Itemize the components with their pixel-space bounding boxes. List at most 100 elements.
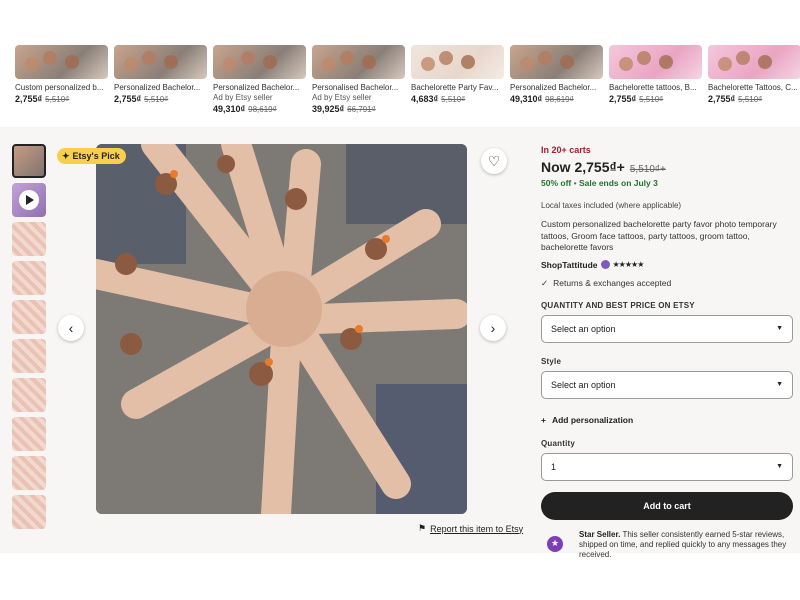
image-thumbnail[interactable] — [12, 261, 46, 295]
related-item-ad-label: Ad by Etsy seller — [312, 93, 372, 102]
shop-row: ShopTattitude ★★★★★ — [541, 260, 793, 270]
related-item-old-price: 98,619₫ — [545, 95, 574, 104]
related-item-old-price: 5,510₫ — [144, 95, 169, 104]
rating-stars[interactable]: ★★★★★ — [613, 260, 645, 269]
related-item-price: 49,310₫ — [213, 104, 246, 114]
image-thumbnail[interactable] — [12, 144, 46, 178]
image-thumbnail[interactable] — [12, 378, 46, 412]
related-item-card[interactable]: Bachelorette Party Fav... 4,683₫ 5,510₫ — [411, 45, 504, 121]
star-seller-title: Star Seller. — [579, 529, 621, 539]
image-thumbnail[interactable] — [12, 456, 46, 490]
related-item-price: 2,755₫ — [114, 94, 142, 104]
chevron-left-icon: ‹ — [68, 320, 74, 336]
style-select-value: Select an option — [551, 379, 616, 390]
related-item-price: 49,310₫ — [510, 94, 543, 104]
add-to-cart-button[interactable]: Add to cart — [541, 491, 793, 520]
related-item-price-row: 2,755₫ 5,510₫ — [609, 94, 702, 104]
listing-title: Custom personalized bachelorette party f… — [541, 219, 777, 252]
image-thumbnail[interactable] — [12, 222, 46, 256]
related-item-price: 2,755₫ — [708, 94, 736, 104]
add-personalization-label: Add personalization — [551, 414, 634, 425]
related-item-price-row: 49,310₫ 98,619₫ — [213, 104, 306, 114]
caret-down-icon: ▼ — [776, 381, 783, 388]
related-item-card[interactable]: Bachelorette Tattoos, C... 2,755₫ 5,510₫ — [708, 45, 800, 121]
thumbnail-column — [12, 144, 46, 534]
related-item-title: Bachelorette Party Fav... — [411, 83, 499, 92]
image-thumbnail[interactable] — [12, 495, 46, 529]
related-item-ad-label: Ad by Etsy seller — [213, 93, 273, 102]
star-seller-icon: ★ — [547, 535, 563, 552]
listing-main: ✦ Etsy's Pick ‹ › ♡ ⚑ Report this item t… — [0, 127, 800, 559]
price-row: Now 2,755₫+ 5,510₫+ — [541, 159, 793, 175]
related-item-image — [312, 45, 405, 79]
quantity-value: 1 — [551, 461, 557, 472]
related-item-card[interactable]: Bachelorette tattoos, B... 2,755₫ 5,510₫ — [609, 45, 702, 121]
related-item-old-price: 5,510₫ — [45, 95, 70, 104]
style-label: Style — [541, 356, 562, 366]
star-seller-box: ★ Star Seller. This seller consistently … — [541, 530, 793, 560]
related-item-image — [213, 45, 306, 79]
etsys-pick-label: Etsy's Pick — [72, 151, 120, 161]
quantity-label: Quantity — [541, 438, 576, 448]
related-items-strip: Custom personalized b... 2,755₫ 5,510₫ Pers… — [0, 45, 800, 121]
related-item-price: 4,683₫ — [411, 94, 439, 104]
related-item-price-row: 2,755₫ 5,510₫ — [15, 94, 108, 104]
caret-down-icon: ▼ — [776, 325, 783, 332]
product-page: Custom personalized b... 2,755₫ 5,510₫ Pers… — [0, 0, 800, 600]
related-item-old-price: 5,510₫ — [441, 95, 466, 104]
image-thumbnail[interactable] — [12, 339, 46, 373]
previous-image-button[interactable]: ‹ — [58, 315, 84, 341]
related-item-price-row: 2,755₫ 5,510₫ — [708, 94, 800, 104]
favorite-button[interactable]: ♡ — [481, 148, 507, 174]
related-item-title: Bachelorette Tattoos, C... — [708, 83, 798, 92]
related-item-price: 2,755₫ — [609, 94, 637, 104]
related-item-image — [708, 45, 800, 79]
style-select[interactable]: Select an option ▼ — [541, 370, 793, 399]
related-item-old-price: 5,510₫ — [639, 95, 664, 104]
flag-icon: ⚑ — [418, 523, 427, 533]
tax-note: Local taxes included (where applicable) — [541, 201, 682, 210]
related-item-image — [411, 45, 504, 79]
related-item-title: Personalized Bachelor... — [213, 83, 300, 92]
related-item-image — [15, 45, 108, 79]
video-thumbnail[interactable] — [12, 183, 46, 217]
current-price: Now 2,755₫+ — [541, 159, 625, 175]
in-carts-label: In 20+ carts — [541, 145, 591, 155]
returns-label: Returns & exchanges accepted — [553, 278, 672, 288]
related-item-card[interactable]: Personalized Bachelor... 49,310₫ 98,619₫ — [510, 45, 603, 121]
listing-info: In 20+ carts Now 2,755₫+ 5,510₫+ 50% off… — [541, 145, 793, 560]
related-item-card[interactable]: Personalised Bachelor... Ad by Etsy selle… — [312, 45, 405, 121]
related-item-card[interactable]: Personalized Bachelor... Ad by Etsy selle… — [213, 45, 306, 121]
verified-badge-icon — [600, 260, 610, 269]
option-select[interactable]: Select an option ▼ — [541, 314, 793, 343]
etsys-pick-badge: ✦ Etsy's Pick — [57, 148, 126, 164]
related-item-old-price: 5,510₫ — [738, 95, 763, 104]
image-thumbnail[interactable] — [12, 417, 46, 451]
related-item-title: Personalized Bachelor... — [510, 83, 597, 92]
related-item-price: 39,925₫ — [312, 104, 345, 114]
report-item-label: Report this item to Etsy — [430, 523, 524, 534]
image-thumbnail[interactable] — [12, 300, 46, 334]
report-item-link[interactable]: ⚑ Report this item to Etsy — [418, 523, 523, 534]
related-item-image — [609, 45, 702, 79]
main-product-image[interactable] — [96, 144, 467, 514]
play-icon — [19, 190, 39, 210]
chevron-right-icon: › — [490, 320, 496, 336]
add-personalization-button[interactable]: + Add personalization — [541, 415, 793, 425]
related-item-old-price: 66,791₫ — [347, 105, 376, 114]
plus-icon: + — [541, 414, 546, 425]
related-item-card[interactable]: Custom personalized b... 2,755₫ 5,510₫ — [15, 45, 108, 121]
quantity-select[interactable]: 1 ▼ — [541, 452, 793, 481]
related-item-price-row: 4,683₫ 5,510₫ — [411, 94, 504, 104]
sale-info: 50% off • Sale ends on July 3 — [541, 178, 658, 188]
next-image-button[interactable]: › — [480, 315, 506, 341]
sale-ends-label: Sale ends on July 3 — [578, 178, 658, 188]
related-item-card[interactable]: Personalized Bachelor... 2,755₫ 5,510₫ — [114, 45, 207, 121]
star-seller-text: Star Seller. This seller consistently ea… — [579, 530, 793, 560]
related-item-old-price: 98,619₫ — [248, 105, 277, 114]
checkmark-icon: ✓ — [541, 277, 549, 288]
shop-name-link[interactable]: ShopTattitude — [541, 260, 598, 270]
related-item-title: Bachelorette tattoos, B... — [609, 83, 697, 92]
heart-icon: ♡ — [487, 152, 501, 169]
related-item-image — [114, 45, 207, 79]
